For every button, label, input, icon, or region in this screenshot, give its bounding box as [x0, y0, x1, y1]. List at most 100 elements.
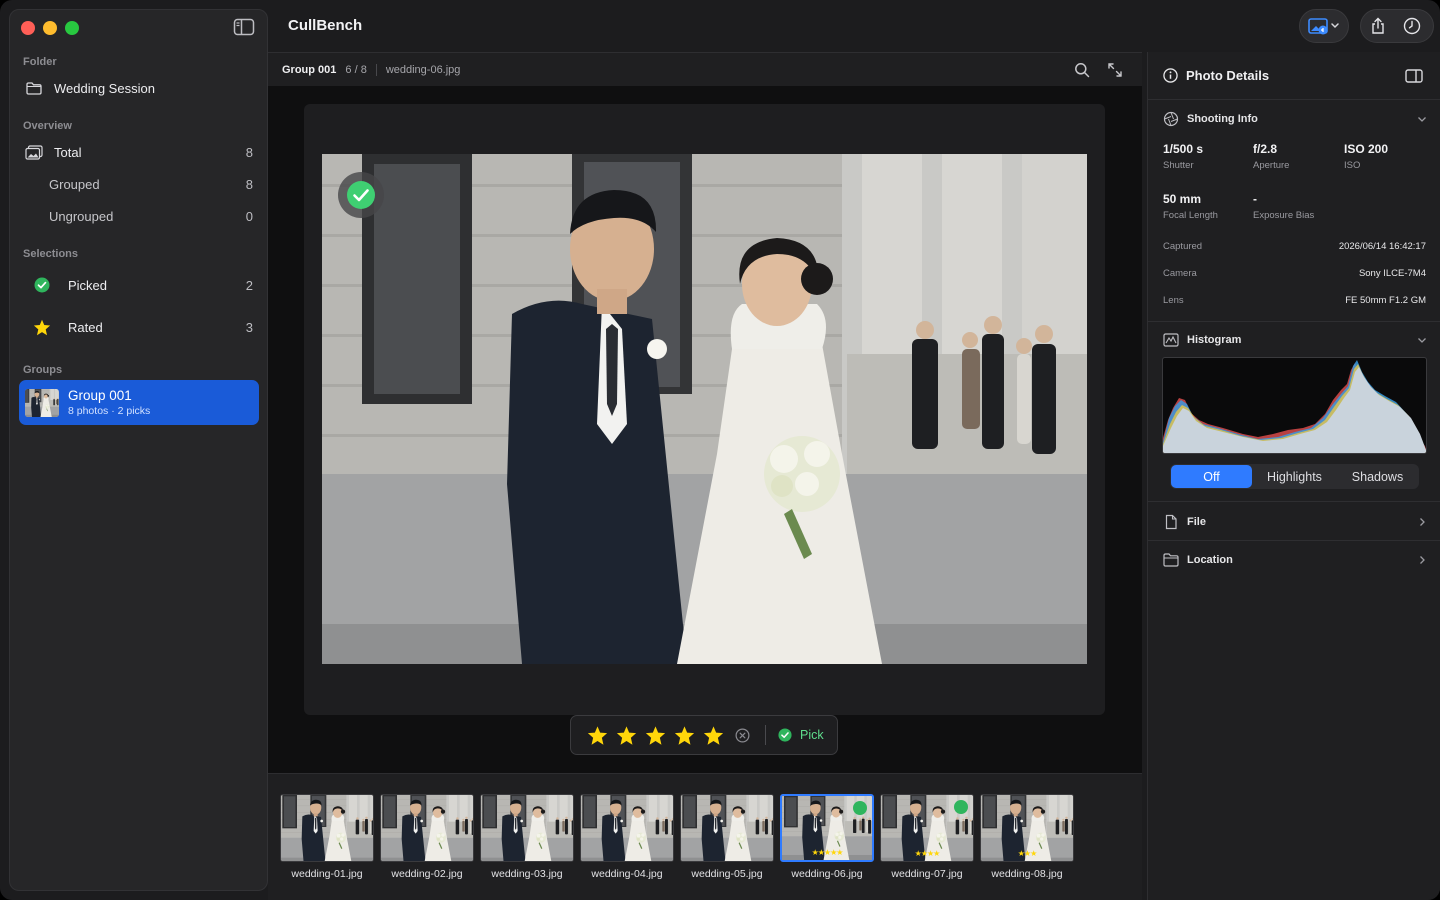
current-filename: wedding-06.jpg — [385, 63, 461, 76]
viewer-header: Group 001 6 / 8 wedding-06.jpg — [268, 52, 1142, 86]
focal-label: Focal Length — [1163, 210, 1218, 221]
photo-counter: 6 / 8 — [345, 63, 367, 76]
app-title: CullBench — [288, 17, 363, 34]
filmstrip-item[interactable]: ★★★★ wedding-07.jpg — [880, 794, 974, 894]
details-title: Photo Details — [1186, 68, 1270, 83]
photo-viewer[interactable]: Pick — [268, 86, 1142, 773]
thumbnail-image: ★★★★ — [880, 794, 974, 862]
overview-label: Ungrouped — [49, 208, 114, 224]
thumbnail-image — [380, 794, 474, 862]
iso-value: ISO 200 — [1344, 142, 1389, 156]
shooting-info-section[interactable]: Shooting Info — [1148, 111, 1440, 127]
file-section[interactable]: File — [1148, 514, 1440, 530]
sidebar-toggle-icon[interactable] — [233, 18, 255, 36]
bias-value: - — [1253, 192, 1257, 206]
histogram-mode-off[interactable]: Off — [1171, 465, 1252, 488]
rating-toolbar: Pick — [570, 715, 838, 755]
filmstrip-item[interactable]: ★★★ wedding-08.jpg — [980, 794, 1074, 894]
main-photo[interactable] — [322, 154, 1087, 664]
overview-count: 8 — [245, 176, 253, 192]
star-3-icon[interactable] — [645, 725, 666, 746]
section-divider — [1148, 501, 1440, 502]
file-title: File — [1187, 516, 1206, 528]
group-item-selected[interactable]: Group 001 8 photos · 2 picks — [19, 380, 259, 425]
picked-check-icon — [853, 801, 867, 815]
location-section[interactable]: Location — [1148, 552, 1440, 568]
thumbnail-image: ★★★ — [980, 794, 1074, 862]
histogram-section[interactable]: Histogram — [1148, 332, 1440, 348]
group-title: Group 001 — [68, 388, 132, 403]
thumbnail-rating: ★★★★ — [914, 849, 941, 858]
thumbnail-filename: wedding-03.jpg — [491, 868, 563, 880]
selection-item-picked[interactable]: Picked 2 — [31, 271, 259, 299]
selection-item-rated[interactable]: Rated 3 — [31, 313, 259, 341]
info-icon — [1163, 68, 1178, 83]
thumbnail-filename: wedding-07.jpg — [891, 868, 963, 880]
photos-icon — [23, 141, 45, 163]
star-5-icon[interactable] — [703, 725, 724, 746]
history-icon[interactable] — [1403, 17, 1421, 35]
inspector-toggle-icon[interactable] — [1405, 68, 1423, 83]
chevron-right-icon — [1420, 518, 1425, 526]
filmstrip-item[interactable]: wedding-04.jpg — [580, 794, 674, 894]
toolbar-divider — [765, 725, 766, 745]
check-circle-icon — [347, 181, 375, 209]
fullscreen-icon[interactable] — [1107, 62, 1123, 78]
folder-item[interactable]: Wedding Session — [23, 74, 259, 102]
thumbnail-filename: wedding-08.jpg — [991, 868, 1063, 880]
filmstrip: wedding-01.jpg wedding-02.jpg wedding-03… — [268, 773, 1142, 900]
groups-header: Groups — [23, 364, 63, 376]
thumbnail-image — [480, 794, 574, 862]
captured-value: 2026/06/14 16:42:17 — [1338, 241, 1426, 252]
overview-label: Total — [54, 144, 82, 160]
selection-label: Rated — [68, 319, 103, 335]
histogram-mode-shadows[interactable]: Shadows — [1337, 465, 1418, 488]
minimize-window-button[interactable] — [43, 21, 57, 35]
star-4-icon[interactable] — [674, 725, 695, 746]
focal-value: 50 mm — [1163, 192, 1202, 206]
aperture-icon — [1163, 111, 1179, 127]
picked-badge[interactable] — [338, 172, 384, 218]
star-2-icon[interactable] — [616, 725, 637, 746]
section-divider — [1148, 321, 1440, 322]
close-window-button[interactable] — [21, 21, 35, 35]
overview-count: 8 — [245, 144, 253, 160]
star-1-icon[interactable] — [587, 725, 608, 746]
check-circle-icon — [778, 728, 792, 742]
bias-label: Exposure Bias — [1253, 210, 1315, 221]
overview-item-total[interactable]: Total 8 — [23, 138, 259, 166]
iso-label: ISO — [1344, 160, 1361, 171]
histogram-mode-highlights[interactable]: Highlights — [1254, 465, 1335, 488]
shutter-value: 1/500 s — [1163, 142, 1204, 156]
folder-name: Wedding Session — [54, 80, 155, 96]
selections-header: Selections — [23, 248, 79, 260]
folder-header: Folder — [23, 56, 57, 68]
filmstrip-item-selected[interactable]: ★★★★★ wedding-06.jpg — [780, 794, 874, 894]
filmstrip-item[interactable]: wedding-01.jpg — [280, 794, 374, 894]
thumbnail-rating: ★★★ — [1017, 849, 1038, 858]
overview-item-ungrouped[interactable]: Ungrouped 0 — [49, 202, 259, 230]
zoom-window-button[interactable] — [65, 21, 79, 35]
chevron-right-icon — [1420, 556, 1425, 564]
details-header: Photo Details — [1148, 52, 1440, 100]
current-group: Group 001 — [282, 63, 337, 76]
group-thumbnail — [25, 388, 59, 417]
share-icon[interactable] — [1369, 17, 1387, 35]
selection-count: 2 — [245, 277, 253, 293]
sidebar: Folder Wedding Session Overview Total 8 … — [9, 9, 268, 891]
camera-label: Camera — [1163, 268, 1197, 279]
filmstrip-item[interactable]: wedding-05.jpg — [680, 794, 774, 894]
filmstrip-item[interactable]: wedding-02.jpg — [380, 794, 474, 894]
pick-button[interactable]: Pick — [800, 728, 824, 742]
search-icon[interactable] — [1074, 62, 1090, 78]
overview-item-grouped[interactable]: Grouped 8 — [49, 170, 259, 198]
shooting-info-title: Shooting Info — [1187, 113, 1258, 125]
thumbnail-filename: wedding-05.jpg — [691, 868, 763, 880]
group-subtitle: 8 photos · 2 picks — [68, 405, 151, 417]
histogram-icon — [1163, 333, 1179, 347]
clear-rating-icon[interactable] — [735, 728, 750, 743]
thumbnail-filename: wedding-02.jpg — [391, 868, 463, 880]
thumbnail-filename: wedding-04.jpg — [591, 868, 663, 880]
view-mode-menu-button[interactable] — [1299, 9, 1349, 43]
filmstrip-item[interactable]: wedding-03.jpg — [480, 794, 574, 894]
